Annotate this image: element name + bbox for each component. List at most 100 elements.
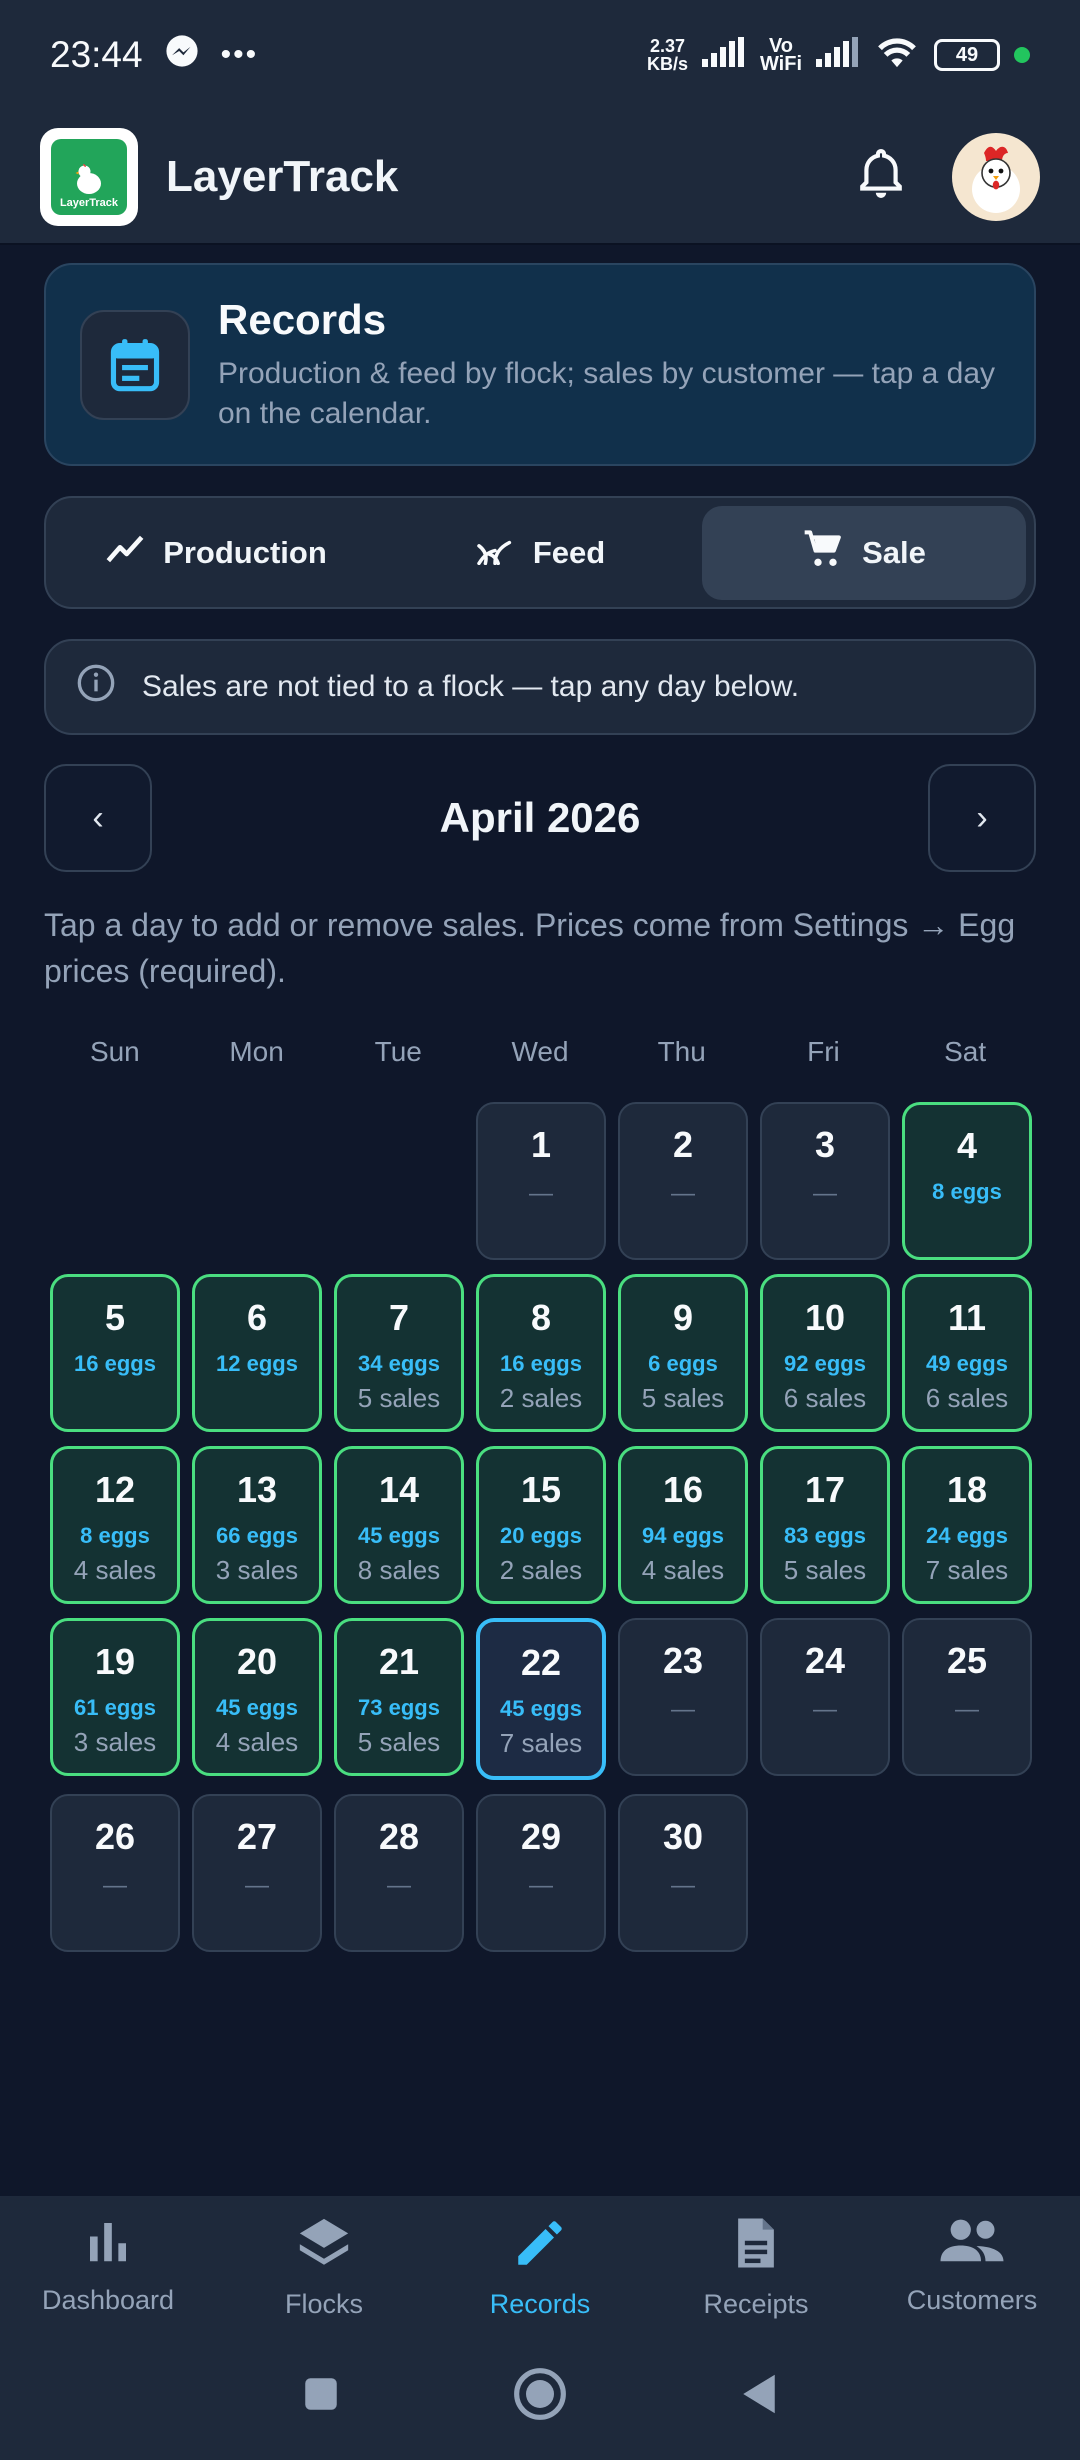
nav-flocks[interactable]: Flocks <box>216 2214 432 2346</box>
egg-count: 66 eggs <box>216 1523 298 1548</box>
day-number: 25 <box>946 1640 988 1681</box>
calendar-day-18[interactable]: 18 24 eggs 7 sales <box>902 1446 1032 1604</box>
egg-count: 16 eggs <box>74 1351 156 1376</box>
signal-icon <box>701 37 746 73</box>
home-button[interactable] <box>512 2366 568 2427</box>
calendar-day-26[interactable]: 26 — <box>50 1794 180 1952</box>
sales-count: 7 sales <box>499 1728 583 1758</box>
calendar-day-7[interactable]: 7 34 eggs 5 sales <box>334 1274 464 1432</box>
recents-button[interactable] <box>300 2373 342 2420</box>
pencil-icon <box>511 2214 569 2279</box>
sales-count: 8 sales <box>357 1555 441 1585</box>
info-icon <box>76 663 116 711</box>
egg-count: 8 eggs <box>80 1523 150 1548</box>
day-number: 24 <box>804 1640 846 1681</box>
calendar-day-20[interactable]: 20 45 eggs 4 sales <box>192 1618 322 1776</box>
back-button[interactable] <box>738 2371 780 2422</box>
calendar-day-28[interactable]: 28 — <box>334 1794 464 1952</box>
calendar-day-17[interactable]: 17 83 eggs 5 sales <box>760 1446 890 1604</box>
no-records-dash: — <box>529 1180 553 1207</box>
day-number: 16 <box>662 1469 704 1510</box>
day-number: 19 <box>94 1641 136 1682</box>
calendar-day-3[interactable]: 3— <box>760 1102 890 1260</box>
calendar-icon <box>80 309 190 420</box>
weekday-label: Wed <box>511 1036 569 1067</box>
calendar-day-15[interactable]: 15 20 eggs 2 sales <box>476 1446 606 1604</box>
calendar-day-27[interactable]: 27 — <box>192 1794 322 1952</box>
weekday-label: Sun <box>89 1036 140 1067</box>
calendar-day-13[interactable]: 13 66 eggs 3 sales <box>192 1446 322 1604</box>
calendar-day-6[interactable]: 6 12 eggs <box>192 1274 322 1432</box>
nav-label: Dashboard <box>41 2285 175 2315</box>
weekday-header: Sun Mon Tue Wed Thu Fri Sat <box>44 1036 1036 1068</box>
calendar-day-4[interactable]: 4 8 eggs <box>902 1102 1032 1260</box>
no-records-dash: — <box>245 1872 269 1899</box>
calendar-day-10[interactable]: 10 92 eggs 6 sales <box>760 1274 890 1432</box>
rooster-avatar-icon <box>972 146 1020 213</box>
nav-receipts[interactable]: Receipts <box>648 2214 864 2346</box>
sales-count: 4 sales <box>641 1555 725 1585</box>
calendar-day-23[interactable]: 23 — <box>618 1618 748 1776</box>
calendar-day-12[interactable]: 12 8 eggs 4 sales <box>50 1446 180 1604</box>
egg-count: 24 eggs <box>926 1523 1008 1548</box>
avatar[interactable] <box>952 132 1040 221</box>
calendar-day-19[interactable]: 19 61 eggs 3 sales <box>50 1618 180 1776</box>
nav-records[interactable]: Records <box>432 2214 648 2346</box>
calendar-day-11[interactable]: 11 49 eggs 6 sales <box>902 1274 1032 1432</box>
sales-count: 3 sales <box>215 1555 299 1585</box>
weekday-label: Thu <box>657 1036 706 1067</box>
egg-count: 49 eggs <box>926 1351 1008 1376</box>
weekday-label: Mon <box>229 1036 284 1067</box>
calendar-day-21[interactable]: 21 73 eggs 5 sales <box>334 1618 464 1776</box>
no-records-dash: — <box>529 1872 553 1899</box>
bell-icon[interactable] <box>856 146 906 207</box>
egg-count: 16 eggs <box>500 1351 582 1376</box>
calendar-day-30[interactable]: 30 — <box>618 1794 748 1952</box>
calendar-day-29[interactable]: 29 — <box>476 1794 606 1952</box>
day-number: 27 <box>236 1816 278 1857</box>
day-number: 21 <box>378 1641 420 1682</box>
records-tabs: Production Feed Sale <box>44 496 1036 609</box>
nav-dashboard[interactable]: Dashboard <box>0 2214 216 2346</box>
nav-label: Receipts <box>703 2289 809 2319</box>
bottom-navigation: Dashboard Flocks Records Receipts Custom… <box>0 2196 1080 2460</box>
tab-label: Feed <box>532 534 606 570</box>
day-number: 8 <box>530 1297 552 1338</box>
egg-count: 20 eggs <box>500 1523 582 1548</box>
calendar-day-8[interactable]: 8 16 eggs 2 sales <box>476 1274 606 1432</box>
calendar-day-2[interactable]: 2— <box>618 1102 748 1260</box>
day-number: 14 <box>378 1469 420 1510</box>
egg-count: 73 eggs <box>358 1695 440 1720</box>
sales-count: 2 sales <box>499 1555 583 1585</box>
grass-icon <box>475 533 515 573</box>
no-records-dash: — <box>671 1180 695 1207</box>
cart-icon <box>802 529 844 577</box>
calendar-day-14[interactable]: 14 45 eggs 8 sales <box>334 1446 464 1604</box>
status-bar: 23:44 ••• 2.37 KB/s Vo WiFi 49 <box>0 0 1080 110</box>
day-number: 28 <box>378 1816 420 1857</box>
app-title: LayerTrack <box>166 151 399 201</box>
sales-count: 5 sales <box>783 1555 867 1585</box>
calendar-day-1[interactable]: 1— <box>476 1102 606 1260</box>
calendar-day-16[interactable]: 16 94 eggs 4 sales <box>618 1446 748 1604</box>
day-number: 1 <box>530 1124 552 1165</box>
calendar-day-22[interactable]: 22 45 eggs 7 sales <box>476 1618 606 1780</box>
next-month-button[interactable]: › <box>928 764 1036 872</box>
tab-sale[interactable]: Sale <box>702 505 1026 600</box>
page-title: Records <box>218 295 387 343</box>
previous-month-button[interactable]: ‹ <box>44 764 152 872</box>
calendar-day-24[interactable]: 24 — <box>760 1618 890 1776</box>
day-number: 10 <box>804 1297 846 1338</box>
egg-count: 45 eggs <box>216 1695 298 1720</box>
app-logo: LayerTrack <box>40 127 138 226</box>
network-speed: 2.37 KB/s <box>646 36 688 74</box>
calendar-day-25[interactable]: 25 — <box>902 1618 1032 1776</box>
calendar-day-5[interactable]: 5 16 eggs <box>50 1274 180 1432</box>
tab-production[interactable]: Production <box>54 506 378 600</box>
no-records-dash: — <box>813 1696 837 1723</box>
tab-feed[interactable]: Feed <box>378 506 702 600</box>
day-number: 15 <box>520 1469 562 1510</box>
nav-customers[interactable]: Customers <box>864 2214 1080 2346</box>
no-records-dash: — <box>387 1872 411 1899</box>
calendar-day-9[interactable]: 9 6 eggs 5 sales <box>618 1274 748 1432</box>
